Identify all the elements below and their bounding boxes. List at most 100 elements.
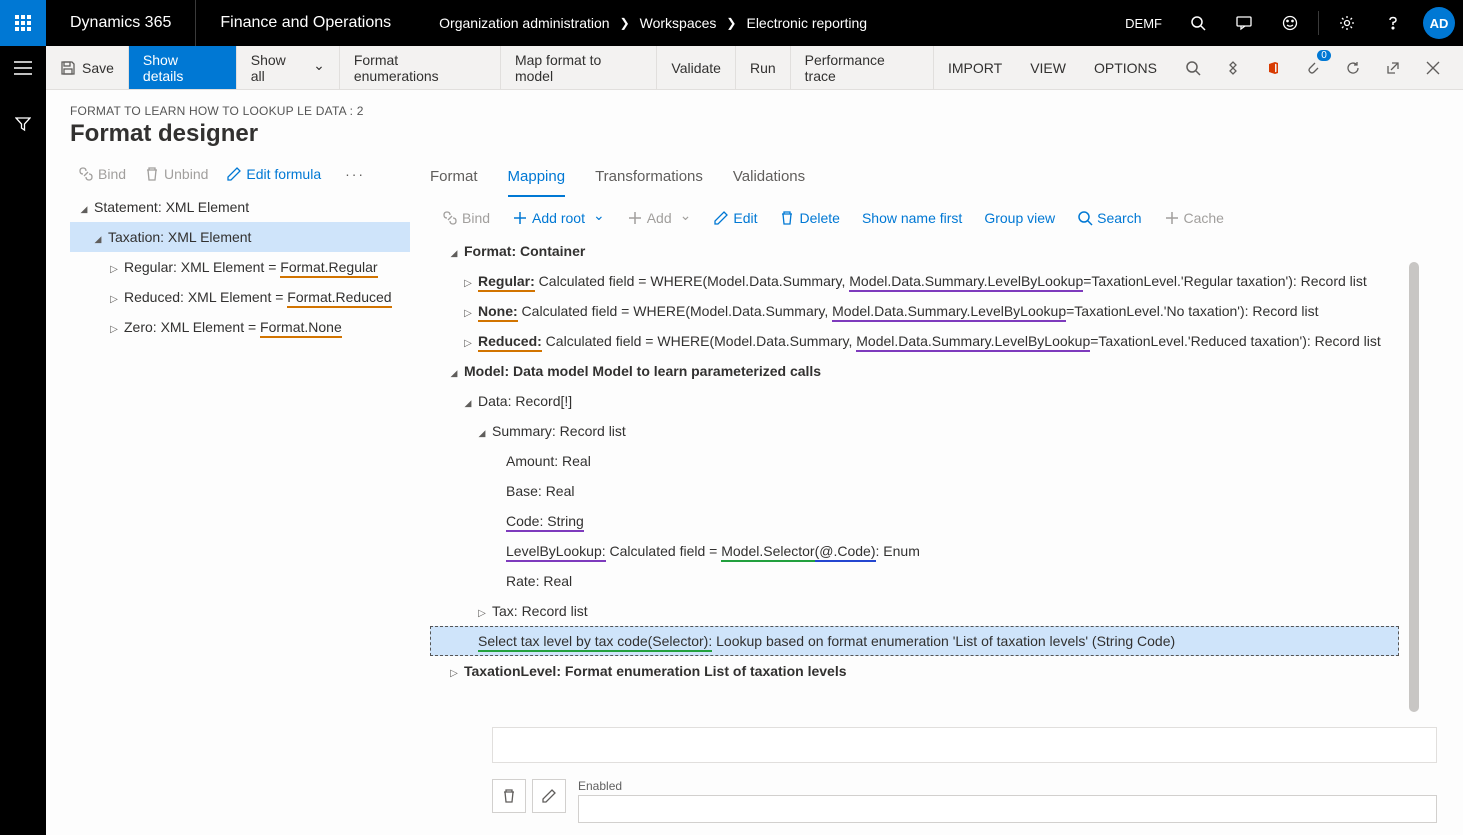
emoji-icon[interactable] <box>1270 0 1310 46</box>
unbind-button[interactable]: Unbind <box>144 166 208 182</box>
mapping-tree-row[interactable]: None: Calculated field = WHERE(Model.Dat… <box>430 296 1399 326</box>
format-enumerations-button[interactable]: Format enumerations <box>340 46 501 89</box>
view-menu[interactable]: VIEW <box>1016 46 1080 89</box>
breadcrumb-item[interactable]: Workspaces <box>640 15 717 31</box>
add-button[interactable]: Add <box>627 209 692 226</box>
mapping-tree-row[interactable]: Regular: Calculated field = WHERE(Model.… <box>430 266 1399 296</box>
cmd-search-button[interactable] <box>1171 46 1215 89</box>
tab-transformations[interactable]: Transformations <box>595 162 703 197</box>
edit-formula-button[interactable]: Edit formula <box>226 166 321 182</box>
page-title: Format designer <box>70 120 1439 148</box>
breadcrumb-item[interactable]: Organization administration <box>439 15 609 31</box>
tree-caret-icon[interactable] <box>458 273 478 289</box>
group-view-button[interactable]: Group view <box>984 210 1055 226</box>
edit-formula-button[interactable] <box>532 779 566 813</box>
filter-icon[interactable] <box>0 104 46 144</box>
scrollbar-thumb[interactable] <box>1409 262 1419 712</box>
more-button[interactable]: ··· <box>339 166 371 182</box>
tree-caret-icon[interactable] <box>444 363 464 379</box>
help-icon[interactable] <box>1373 0 1413 46</box>
mapping-tree-row[interactable]: TaxationLevel: Format enumeration List o… <box>430 656 1399 686</box>
company-label[interactable]: DEMF <box>1115 16 1172 31</box>
mapping-tree-row[interactable]: Data: Record[!] <box>430 386 1399 416</box>
mapping-tree-row[interactable]: Code: String <box>430 506 1399 536</box>
mapping-tree-row[interactable]: Tax: Record list <box>430 596 1399 626</box>
tree-caret-icon[interactable] <box>472 423 492 439</box>
mapping-tree-row[interactable]: Base: Real <box>430 476 1399 506</box>
tree-row-label: Amount: Real <box>506 453 591 469</box>
tab-mapping[interactable]: Mapping <box>508 162 566 197</box>
options-menu[interactable]: OPTIONS <box>1080 46 1171 89</box>
search-button[interactable]: Search <box>1077 210 1141 226</box>
diamond-icon[interactable] <box>1215 46 1251 90</box>
format-tree-row[interactable]: Reduced: XML Element = Format.Reduced <box>70 282 410 312</box>
search-icon[interactable] <box>1178 0 1218 46</box>
tab-format[interactable]: Format <box>430 162 478 197</box>
add-root-button[interactable]: Add root <box>512 209 605 226</box>
show-all-button[interactable]: Show all <box>237 46 340 89</box>
mapping-tree-row[interactable]: Amount: Real <box>430 446 1399 476</box>
tree-caret-icon[interactable] <box>444 243 464 259</box>
tree-caret-icon[interactable] <box>88 229 108 245</box>
body: FORMAT TO LEARN HOW TO LOOKUP LE DATA : … <box>0 90 1463 835</box>
mapping-tree-row[interactable]: Model: Data model Model to learn paramet… <box>430 356 1399 386</box>
edit-icon <box>713 210 729 226</box>
tree-caret-icon[interactable] <box>74 199 94 215</box>
tree-caret-icon[interactable] <box>104 259 124 275</box>
avatar[interactable]: AD <box>1423 7 1455 39</box>
validate-button[interactable]: Validate <box>657 46 736 89</box>
mapping-tree-row[interactable]: LevelByLookup: Calculated field = Model.… <box>430 536 1399 566</box>
map-format-to-model-button[interactable]: Map format to model <box>501 46 657 89</box>
gear-icon[interactable] <box>1327 0 1367 46</box>
tree-caret-icon[interactable] <box>458 303 478 319</box>
tree-caret-icon[interactable] <box>444 663 464 679</box>
format-tree-row[interactable]: Statement: XML Element <box>70 192 410 222</box>
format-tree-row[interactable]: Taxation: XML Element <box>70 222 410 252</box>
tree-caret-icon[interactable] <box>458 393 478 409</box>
left-rail <box>0 90 46 835</box>
enabled-label: Enabled <box>578 779 1437 793</box>
import-menu[interactable]: IMPORT <box>934 46 1016 89</box>
tree-row-label: Code: String <box>506 513 584 529</box>
format-tree-row[interactable]: Regular: XML Element = Format.Regular <box>70 252 410 282</box>
tree-caret-icon[interactable] <box>104 289 124 305</box>
enabled-input[interactable] <box>578 795 1437 823</box>
tab-validations[interactable]: Validations <box>733 162 805 197</box>
tree-row-label: LevelByLookup: Calculated field = Model.… <box>506 543 920 559</box>
trash-icon <box>501 788 517 804</box>
plus-icon <box>1164 210 1180 226</box>
bind-button[interactable]: Bind <box>442 210 490 226</box>
office-icon[interactable] <box>1255 46 1291 90</box>
close-icon[interactable] <box>1415 46 1451 90</box>
attachments-button[interactable]: 0 <box>1295 46 1331 90</box>
feedback-icon[interactable] <box>1224 0 1264 46</box>
format-tree[interactable]: Statement: XML ElementTaxation: XML Elem… <box>70 192 410 342</box>
nav-toggle-button[interactable] <box>0 46 46 90</box>
mapping-tree-row[interactable]: Reduced: Calculated field = WHERE(Model.… <box>430 326 1399 356</box>
mapping-tree-row[interactable]: Summary: Record list <box>430 416 1399 446</box>
cache-button[interactable]: Cache <box>1164 210 1224 226</box>
save-button[interactable]: Save <box>46 46 129 89</box>
delete-button[interactable]: Delete <box>779 210 839 226</box>
breadcrumb-item[interactable]: Electronic reporting <box>746 15 867 31</box>
refresh-icon[interactable] <box>1335 46 1371 90</box>
tree-caret-icon[interactable] <box>458 333 478 349</box>
tree-caret-icon[interactable] <box>104 319 124 335</box>
scrollbar[interactable] <box>1409 262 1419 712</box>
format-tree-row[interactable]: Zero: XML Element = Format.None <box>70 312 410 342</box>
right-tabs: Format Mapping Transformations Validatio… <box>430 162 1439 197</box>
mapping-tree-row[interactable]: Select tax level by tax code(Selector): … <box>430 626 1399 656</box>
popout-icon[interactable] <box>1375 46 1411 90</box>
edit-button[interactable]: Edit <box>713 210 757 226</box>
run-button[interactable]: Run <box>736 46 791 89</box>
performance-trace-button[interactable]: Performance trace <box>791 46 934 89</box>
show-details-button[interactable]: Show details <box>129 46 237 89</box>
bind-button[interactable]: Bind <box>78 166 126 182</box>
delete-formula-button[interactable] <box>492 779 526 813</box>
mapping-tree-row[interactable]: Format: Container <box>430 236 1399 266</box>
show-name-first-button[interactable]: Show name first <box>862 210 962 226</box>
tree-caret-icon[interactable] <box>472 603 492 619</box>
mapping-tree-row[interactable]: Rate: Real <box>430 566 1399 596</box>
app-launcher-button[interactable] <box>0 0 46 46</box>
chevron-down-icon <box>676 209 692 226</box>
